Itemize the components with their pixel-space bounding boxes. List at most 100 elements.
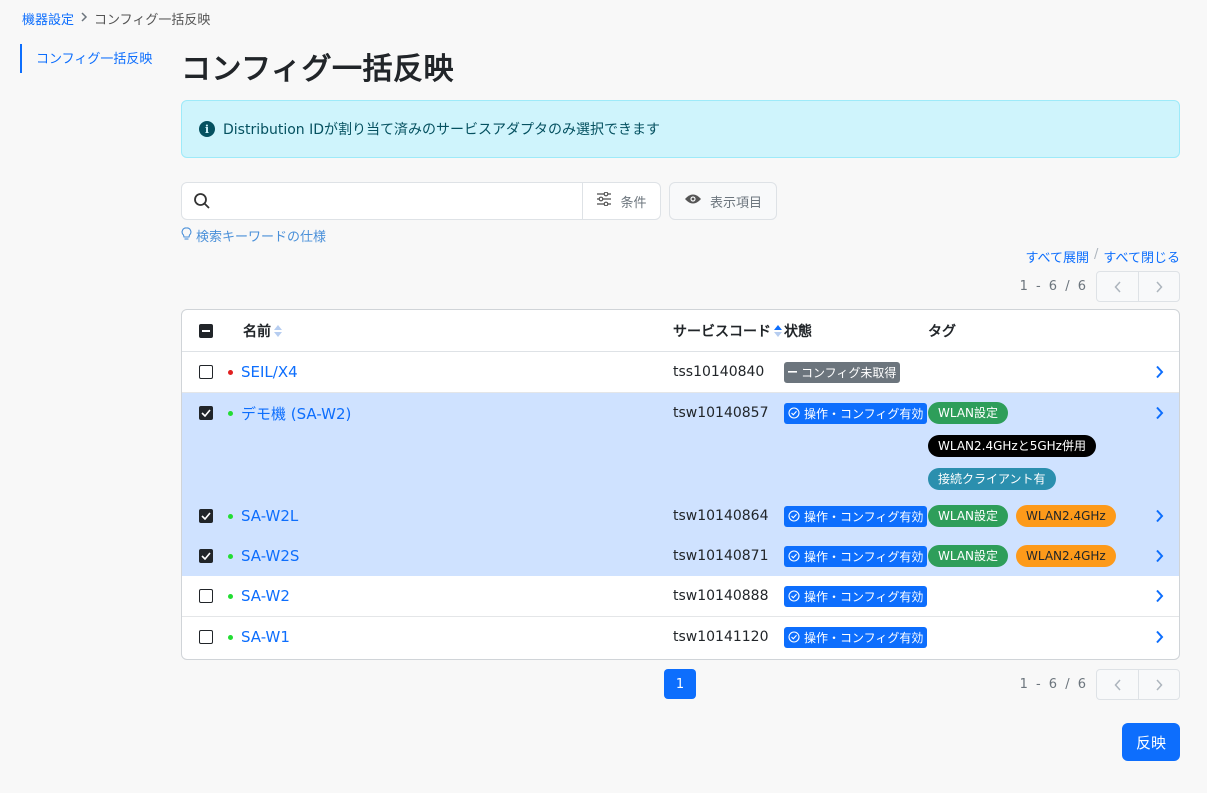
expand-collapse-links: すべて展開 / すべて閉じる [1025,247,1180,266]
pagination-bottom: 1 - 6 / 6 [1020,669,1180,700]
column-header-service-code[interactable]: サービスコード [673,321,771,341]
next-page-button[interactable] [1138,670,1179,699]
row-checkbox[interactable] [199,365,213,379]
sort-icon[interactable] [273,324,283,338]
breadcrumb: 機器設定 コンフィグ一括反映 [22,9,210,28]
prev-page-button[interactable] [1097,272,1138,301]
status-badge: 操作・コンフィグ有効 [784,402,928,424]
row-checkbox[interactable] [199,549,213,563]
check-circle-icon [788,550,800,562]
info-alert: i Distribution IDが割り当て済みのサービスアダプタのみ選択できま… [181,100,1180,158]
service-code: tsw10140871 [673,548,769,564]
check-circle-icon [788,407,800,419]
table-header: 名前 サービスコード 状態 タグ [182,310,1179,352]
select-all-checkbox[interactable] [199,323,213,338]
chevron-right-icon[interactable] [1139,352,1179,392]
lightbulb-icon [181,226,192,245]
status-dot [228,634,233,640]
page-number-button[interactable]: 1 [664,669,696,699]
pagination-range: 1 - 6 / 6 [1019,677,1088,692]
separator: / [1094,247,1099,262]
chevron-right-icon[interactable] [1139,393,1179,433]
status-text: 操作・コンフィグ有効 [804,630,924,645]
service-code: tsw10140857 [673,405,769,421]
status-text: 操作・コンフィグ有効 [804,406,924,421]
eye-icon [684,193,702,209]
chevron-right-icon[interactable] [1139,496,1179,536]
search-icon [182,183,222,219]
filter-condition-button[interactable]: 条件 [582,183,660,219]
service-code: tsw10140888 [673,588,769,604]
filter-condition-label: 条件 [620,195,647,211]
service-code: tsw10141120 [673,629,769,645]
status-dot [228,369,233,375]
check-circle-icon [788,510,800,522]
sort-asc-icon[interactable] [773,324,783,338]
pagination-top: 1 - 6 / 6 [1020,271,1180,302]
status-badge: 操作・コンフィグ有効 [784,545,928,567]
device-name-link[interactable]: SA-W1 [241,628,290,646]
tag-badge: WLAN2.4GHzと5GHz併用 [928,435,1096,457]
table-row[interactable]: SA-W2L tsw10140864 操作・コンフィグ有効 WLAN設定 WLAN2.4… [182,496,1179,536]
tag-badge: WLAN設定 [928,505,1009,527]
prev-page-button[interactable] [1097,670,1138,699]
table-row[interactable]: SA-W1 tsw10141120 操作・コンフィグ有効 [182,617,1179,657]
device-name-link[interactable]: SA-W2S [241,547,299,565]
tag-badge: 接続クライアント有 [928,468,1056,490]
sidebar-item-config-bulk-apply[interactable]: コンフィグ一括反映 [20,44,152,73]
column-header-name[interactable]: 名前 [243,321,271,341]
table-body: SEIL/X4 tss10140840 コンフィグ未取得デモ機 (SA-W2) tsw… [182,352,1179,657]
status-text: 操作・コンフィグ有効 [804,589,924,604]
chevron-right-icon[interactable] [1139,617,1179,657]
column-header-status: 状態 [784,323,812,340]
status-badge: 操作・コンフィグ有効 [784,505,928,527]
status-dot [228,593,233,599]
pagination-range: 1 - 6 / 6 [1019,279,1088,294]
display-columns-button[interactable]: 表示項目 [669,182,777,220]
collapse-all-link[interactable]: すべて閉じる [1103,247,1180,266]
table-row[interactable]: デモ機 (SA-W2) tsw10140857 操作・コンフィグ有効 WLAN設定 WL… [182,393,1179,496]
device-name-link[interactable]: SEIL/X4 [241,363,298,381]
minus-icon [788,371,797,373]
check-circle-icon [788,631,800,643]
expand-all-link[interactable]: すべて展開 [1025,247,1089,266]
status-badge: コンフィグ未取得 [784,361,901,383]
display-columns-label: 表示項目 [709,195,762,211]
service-code: tss10140840 [673,364,765,380]
status-text: 操作・コンフィグ有効 [804,509,924,524]
search-group: 条件 [181,182,661,220]
check-circle-icon [788,590,800,602]
info-icon: i [199,121,215,137]
row-checkbox[interactable] [199,589,213,603]
status-dot [228,410,233,416]
chevron-right-icon[interactable] [1139,536,1179,576]
chevron-right-icon[interactable] [1139,576,1179,616]
status-dot [228,513,233,519]
table-row[interactable]: SA-W2S tsw10140871 操作・コンフィグ有効 WLAN設定 WLAN2.4… [182,536,1179,576]
apply-button[interactable]: 反映 [1122,723,1180,761]
status-badge: 操作・コンフィグ有効 [784,626,928,648]
row-checkbox[interactable] [199,509,213,523]
breadcrumb-link-device-settings[interactable]: 機器設定 [22,9,74,28]
device-table: 名前 サービスコード 状態 タグ SEIL/X4 tss10140840 コンフィグ… [181,309,1180,660]
tag-badge: WLAN設定 [928,545,1009,567]
page-title: コンフィグ一括反映 [181,52,454,87]
search-input[interactable] [222,183,582,219]
row-checkbox[interactable] [199,406,213,420]
device-name-link[interactable]: SA-W2L [241,507,298,525]
status-text: コンフィグ未取得 [801,365,897,380]
alert-text: Distribution IDが割り当て済みのサービスアダプタのみ選択できます [223,122,661,138]
sliders-icon [596,191,612,210]
status-badge: 操作・コンフィグ有効 [784,585,928,607]
chevron-right-icon [80,11,88,26]
table-row[interactable]: SA-W2 tsw10140888 操作・コンフィグ有効 [182,576,1179,617]
tag-badge: WLAN2.4GHz [1016,545,1116,567]
column-header-tags: タグ [928,323,956,340]
search-keyword-help-link[interactable]: 検索キーワードの仕様 [181,226,326,245]
table-row[interactable]: SEIL/X4 tss10140840 コンフィグ未取得 [182,352,1179,393]
row-checkbox[interactable] [199,630,213,644]
device-name-link[interactable]: SA-W2 [241,587,290,605]
device-name-link[interactable]: デモ機 (SA-W2) [241,403,351,424]
next-page-button[interactable] [1138,272,1179,301]
tag-badge: WLAN2.4GHz [1016,505,1116,527]
